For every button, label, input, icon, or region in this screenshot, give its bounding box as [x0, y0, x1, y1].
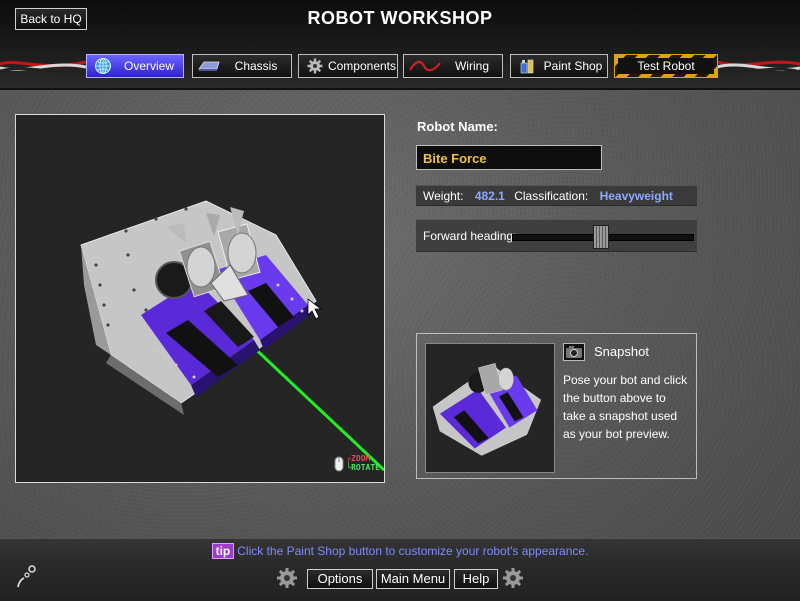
gear-icon [503, 568, 523, 588]
page-title: ROBOT WORKSHOP [307, 8, 493, 28]
tip-text: Click the Paint Shop button to customize… [237, 544, 589, 558]
classification-label: Classification: [514, 189, 589, 203]
robot-name-label: Robot Name: [417, 119, 498, 134]
weight-label: Weight: [423, 189, 464, 203]
options-button[interactable]: Options [307, 569, 373, 589]
rotate-hint: └ROTATE [346, 463, 380, 472]
workshop-tabs: Overview Chassis Components Wiring Paint… [0, 54, 800, 78]
mouse-controls-legend: ┌ZOOM └ROTATE [334, 454, 380, 472]
forward-heading-slider[interactable] [512, 225, 694, 249]
camera-icon [563, 343, 585, 361]
rotate-hint-text: ROTATE [351, 463, 380, 472]
snapshot-title: Snapshot [594, 344, 649, 359]
robot-stats-bar: Weight: 482.1 Classification: Heavyweigh… [416, 185, 697, 206]
tab-overview[interactable]: Overview [86, 54, 184, 78]
tab-paint-shop[interactable]: Paint Shop [510, 54, 608, 78]
snapshot-camera-button[interactable] [563, 343, 585, 361]
tab-wiring[interactable]: Wiring [403, 54, 503, 78]
robot-name-input[interactable]: Bite Force [416, 145, 602, 170]
wire-icon [408, 57, 442, 75]
gear-icon [303, 57, 327, 75]
forward-heading-label: Forward heading: [423, 229, 517, 243]
zoom-hint: ┌ZOOM [346, 454, 371, 463]
slider-thumb[interactable] [593, 225, 609, 249]
classification-value: Heavyweight [599, 189, 673, 203]
tab-test-robot[interactable]: Test Robot [614, 54, 718, 78]
corner-logo-icon [17, 565, 36, 588]
snapshot-preview [425, 343, 555, 473]
forward-heading-control: Forward heading: [416, 219, 697, 252]
mouse-icon [334, 456, 344, 472]
bottom-bar: tip Click the Paint Shop button to custom… [0, 538, 800, 601]
chassis-icon [197, 57, 221, 75]
gear-icon [277, 568, 297, 588]
tip-line: tip Click the Paint Shop button to custom… [0, 543, 800, 559]
top-bar: Back to HQ ROBOT WORKSHOP Overview Chass… [0, 0, 800, 90]
footer-button-row: Options Main Menu Help [273, 567, 527, 591]
paint-can-icon [515, 57, 539, 75]
tab-label: Overview [123, 59, 174, 73]
tab-label: Paint Shop [543, 59, 603, 73]
zoom-hint-text: ZOOM [351, 454, 371, 463]
help-button[interactable]: Help [454, 569, 498, 589]
tab-label: Components [327, 59, 397, 73]
robot-model [80, 200, 384, 472]
tab-label: Wiring [454, 59, 489, 73]
globe-icon [91, 57, 115, 75]
main-menu-button[interactable]: Main Menu [376, 569, 450, 589]
tab-label: Test Robot [618, 58, 714, 74]
tab-components[interactable]: Components [298, 54, 398, 78]
tab-chassis[interactable]: Chassis [192, 54, 292, 78]
weight-value: 482.1 [474, 189, 505, 203]
tip-tag: tip [211, 543, 235, 559]
snapshot-robot-image [432, 363, 541, 456]
snapshot-description: Pose your bot and click the button above… [563, 373, 688, 441]
robot-3d-viewport[interactable]: ┌ZOOM └ROTATE [15, 114, 385, 483]
snapshot-panel: Snapshot Pose your bot and click the but… [416, 333, 697, 479]
tab-label: Chassis [234, 59, 278, 73]
